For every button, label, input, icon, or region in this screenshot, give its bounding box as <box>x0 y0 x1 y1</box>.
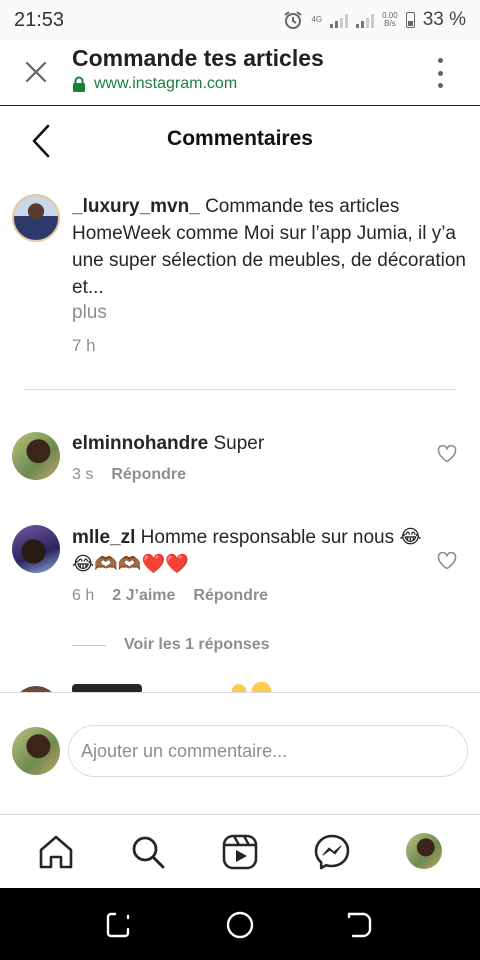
network-speed: 0.00 B/s <box>382 11 398 28</box>
comment-text: mlle_zl Homme responsable sur nous 😂😂🫶🏾🫶… <box>72 527 422 575</box>
caption-time: 7 h <box>72 336 96 355</box>
more-options-icon[interactable] <box>432 58 448 88</box>
network-type: 4G <box>311 15 323 24</box>
profile-avatar[interactable] <box>406 833 442 869</box>
reply-button[interactable]: Répondre <box>111 466 186 484</box>
comment-input[interactable] <box>68 725 468 777</box>
lock-icon <box>73 76 85 92</box>
browser-header: Commande tes articles www.instagram.com <box>0 40 480 106</box>
status-bar: 21:53 4G 0.00 B/s 33 % <box>0 0 480 40</box>
reply-button[interactable]: Répondre <box>193 587 268 605</box>
home-icon[interactable] <box>37 833 75 871</box>
more-link[interactable]: plus <box>72 302 107 324</box>
likes-count[interactable]: 2 J’aime <box>112 587 175 605</box>
avatar[interactable] <box>12 432 60 480</box>
avatar[interactable] <box>12 525 60 573</box>
emoji-icon <box>224 682 274 692</box>
browser-title: Commande tes articles <box>72 45 324 71</box>
comment-time: 3 s <box>72 466 94 483</box>
close-icon[interactable] <box>22 58 50 86</box>
comment-meta: 6 h 2 J’aime Répondre <box>72 587 268 605</box>
system-nav-bar <box>0 888 480 960</box>
battery-percent: 33 % <box>422 9 466 30</box>
comment-text <box>72 684 142 692</box>
replies-line <box>72 644 106 646</box>
home-button-icon[interactable] <box>225 910 255 940</box>
divider <box>24 389 456 390</box>
post-caption: _luxury_mvn_ Commande tes articles HomeW… <box>72 193 472 301</box>
recent-apps-icon[interactable] <box>105 910 135 940</box>
next-comment-peek <box>0 680 480 692</box>
comment-meta: 3 s Répondre <box>72 466 186 484</box>
messenger-icon[interactable] <box>313 833 351 871</box>
avatar[interactable] <box>12 194 60 242</box>
status-icons: 4G 0.00 B/s 33 % <box>283 9 466 31</box>
alarm-icon <box>284 11 303 29</box>
comment-text: elminnohandre Super <box>72 433 265 454</box>
reels-icon[interactable] <box>221 833 259 871</box>
bottom-tab-bar <box>0 814 480 888</box>
signal-2-icon <box>356 12 375 28</box>
browser-url[interactable]: www.instagram.com <box>72 75 237 93</box>
battery-icon <box>405 12 415 28</box>
comment-time: 6 h <box>72 587 95 604</box>
heart-icon[interactable] <box>437 552 457 570</box>
search-icon[interactable] <box>129 833 167 871</box>
heart-icon[interactable] <box>437 445 457 463</box>
page-header: Commentaires <box>0 107 480 173</box>
page-title: Commentaires <box>167 127 313 150</box>
url-text: www.instagram.com <box>94 75 238 92</box>
comment-username[interactable]: elminnohandre <box>72 433 208 454</box>
back-button-icon[interactable] <box>345 910 375 940</box>
caption-username[interactable]: _luxury_mvn_ <box>72 196 200 217</box>
view-replies-button[interactable]: Voir les 1 réponses <box>72 636 270 654</box>
signal-1-icon <box>330 12 349 28</box>
avatar <box>12 727 60 775</box>
comment-composer <box>0 692 480 814</box>
view-replies-label: Voir les 1 réponses <box>124 636 270 653</box>
comment-username[interactable]: mlle_zl <box>72 527 135 548</box>
status-time: 21:53 <box>14 8 65 31</box>
